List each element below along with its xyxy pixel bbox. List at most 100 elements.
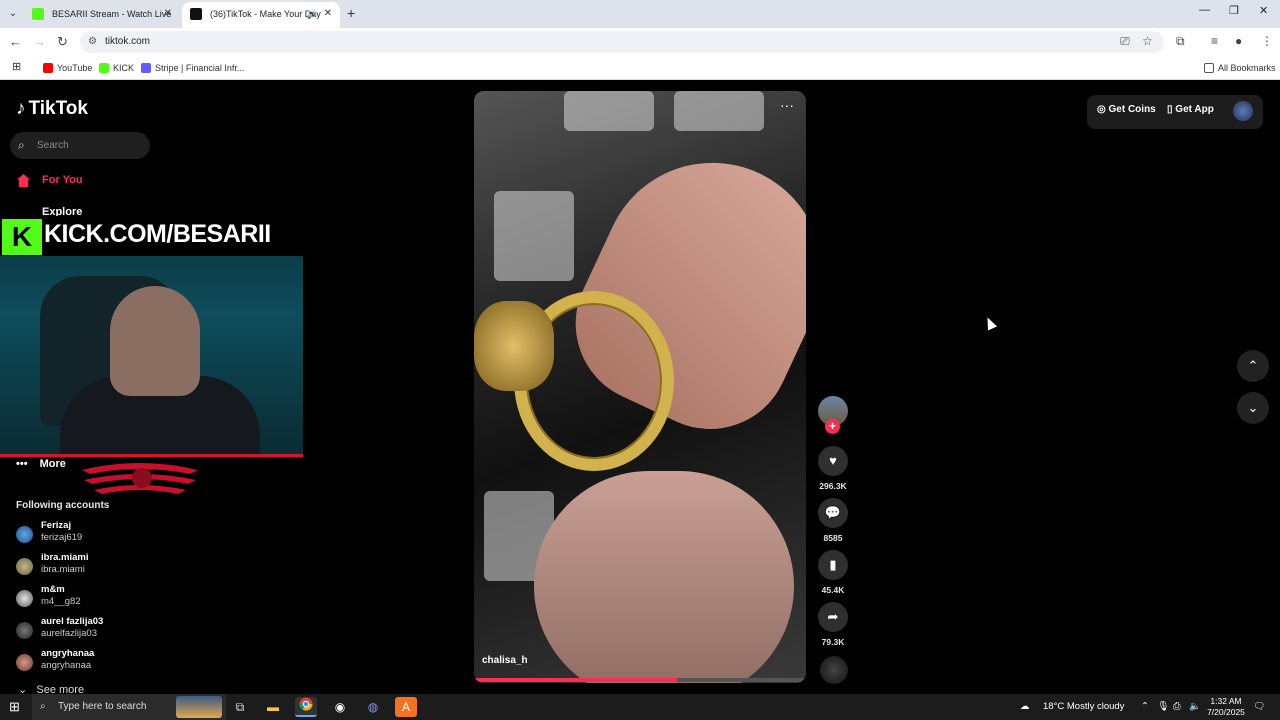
video-progress-bar[interactable] [474, 678, 806, 682]
account-handle: angryhanaa [41, 660, 92, 671]
tab-tiktok[interactable]: (36)TikTok - Make Your Day 🔊 ✕ [182, 2, 340, 28]
bookmark-star-icon[interactable]: ☆ [1142, 34, 1153, 48]
back-icon[interactable]: ← [9, 34, 22, 49]
taskbar-search-placeholder: Type here to search [58, 701, 147, 712]
site-info-icon[interactable]: ⚙ [88, 31, 97, 53]
tab-title: (36)TikTok - Make Your Day [210, 9, 321, 19]
search-highlight-image [176, 696, 222, 718]
reload-icon[interactable]: ↻ [57, 34, 68, 50]
close-tab-icon[interactable]: ✕ [164, 2, 172, 26]
get-app-label: Get App [1175, 104, 1214, 115]
address-bar[interactable]: ⚙ tiktok.com [80, 31, 1164, 53]
account-name: Ferizaj [41, 520, 72, 531]
tab-search-icon[interactable]: ⌄ [5, 6, 21, 22]
search-placeholder: Search [37, 140, 69, 151]
browser-tab-bar: ⌄ BESARII Stream - Watch Live on ✕ (36)T… [0, 0, 1280, 43]
media-control-icon[interactable]: ≡ [1211, 34, 1218, 48]
minimize-icon[interactable]: — [1199, 4, 1210, 16]
bookmark-youtube[interactable]: YouTube [43, 62, 92, 74]
kick-logo-icon: K [2, 219, 42, 255]
video-player[interactable]: ··· chalisa_h [474, 91, 806, 683]
network-icon[interactable]: ⎙ [1173, 694, 1181, 720]
kick-banner: K KICK.COM/BESARII [0, 216, 303, 256]
windows-taskbar: ⊞ ⌕ Type here to search ⧉ ▬ ◉ ◍ A ☁ 18°C… [0, 694, 1280, 720]
following-header: Following accounts [16, 500, 110, 511]
stripe-icon [141, 63, 151, 73]
weather-text[interactable]: 18°C Mostly cloudy [1043, 694, 1124, 720]
nav-more[interactable]: ••• More [16, 458, 66, 470]
system-clock[interactable]: 1:32 AM 7/20/2025 [1203, 696, 1249, 718]
restore-icon[interactable]: ❐ [1229, 4, 1239, 17]
bookmarks-bar: ⊞ YouTube KICK Stripe | Financial Infr..… [0, 56, 1280, 80]
browser-toolbar: ← → ↻ ⚙ tiktok.com ⎚ ☆ ⧉ ≡ ● ⋮ [0, 28, 1280, 56]
video-author[interactable]: chalisa_h [482, 655, 528, 666]
close-tab-icon[interactable]: ✕ [324, 2, 332, 26]
video-more-icon[interactable]: ··· [780, 97, 794, 113]
follow-plus-icon[interactable]: + [825, 419, 840, 434]
app-a-icon[interactable]: A [395, 697, 417, 717]
task-view-icon[interactable]: ⧉ [229, 697, 251, 717]
file-explorer-icon[interactable]: ▬ [262, 697, 284, 717]
comment-icon[interactable]: 💬 [818, 498, 848, 528]
get-coins-button[interactable]: ◎ Get Coins [1097, 104, 1156, 115]
account-handle: aurelfazlija03 [41, 628, 97, 639]
all-bookmarks[interactable]: All Bookmarks [1204, 62, 1276, 74]
apps-grid-icon[interactable]: ⊞ [12, 60, 21, 73]
search-icon: ⌕ [40, 701, 46, 712]
obs-icon[interactable]: ◉ [329, 697, 351, 717]
like-count: 296.3K [819, 481, 847, 491]
bookmark-label: Stripe | Financial Infr... [155, 63, 245, 73]
bookmark-kick[interactable]: KICK [99, 62, 134, 74]
get-app-button[interactable]: ▯ Get App [1167, 104, 1214, 115]
phone-icon: ▯ [1167, 104, 1173, 115]
logo-text: TikTok [28, 98, 88, 119]
account-name: aurel fazlija03 [41, 616, 104, 627]
extensions-icon[interactable]: ⧉ [1176, 34, 1185, 49]
share-count: 79.3K [821, 637, 845, 647]
install-app-icon[interactable]: ⎚ [1120, 34, 1130, 49]
tray-chevron-icon[interactable]: ⌃ [1141, 694, 1149, 720]
tiktok-logo[interactable]: ♪ TikTok [16, 98, 88, 120]
discord-icon[interactable]: ◍ [362, 697, 384, 717]
microphone-icon[interactable]: 🎙 [1157, 694, 1169, 720]
kick-url-text: KICK.COM/BESARII [44, 220, 271, 248]
weather-icon[interactable]: ☁ [1020, 694, 1030, 720]
like-heart-icon[interactable]: ♥ [818, 446, 848, 476]
speaker-icon[interactable]: 🔊 [307, 2, 318, 26]
bookmark-icon[interactable]: ▮ [818, 550, 848, 580]
avatar [16, 590, 33, 607]
avatar [16, 622, 33, 639]
new-tab-button[interactable]: + [347, 5, 355, 21]
save-count: 45.4K [821, 585, 845, 595]
taskbar-search-input[interactable]: ⌕ Type here to search [32, 694, 226, 720]
tiktok-page: ♪ TikTok ⌕ Search For You Explore K KICK.… [0, 80, 1280, 696]
account-handle: m4__g82 [41, 596, 81, 607]
tab-besarii-stream[interactable]: BESARII Stream - Watch Live on ✕ [24, 2, 180, 43]
nav-for-you[interactable]: For You [42, 174, 83, 186]
forward-icon[interactable]: → [33, 34, 46, 49]
top-right-actions: ◎ Get Coins ▯ Get App [1087, 95, 1263, 129]
share-arrow-icon[interactable]: ➦ [818, 602, 848, 632]
user-avatar[interactable] [1233, 101, 1253, 121]
notification-icon[interactable]: 🗨 [1253, 694, 1265, 720]
video-progress-fill [474, 678, 677, 682]
home-icon[interactable] [16, 173, 31, 188]
search-input[interactable]: ⌕ Search [10, 132, 150, 159]
chrome-logo [299, 697, 313, 711]
next-video-button[interactable]: ⌄ [1237, 392, 1269, 424]
profile-icon[interactable]: ● [1235, 34, 1242, 48]
close-window-icon[interactable]: ✕ [1259, 4, 1268, 17]
chrome-icon[interactable] [295, 697, 317, 717]
windows-start-icon[interactable]: ⊞ [9, 699, 20, 715]
search-icon: ⌕ [18, 138, 25, 152]
avatar [16, 558, 33, 575]
volume-icon[interactable]: 🔈 [1189, 694, 1201, 720]
bookmark-label: All Bookmarks [1218, 63, 1276, 73]
music-disc-icon[interactable] [820, 656, 848, 684]
bookmark-stripe[interactable]: Stripe | Financial Infr... [141, 62, 244, 74]
previous-video-button[interactable]: ⌃ [1237, 350, 1269, 382]
keyboard-key [564, 91, 654, 131]
account-handle: ferizaj619 [41, 532, 83, 543]
stream-divider [0, 454, 303, 457]
menu-icon[interactable]: ⋮ [1261, 34, 1273, 48]
